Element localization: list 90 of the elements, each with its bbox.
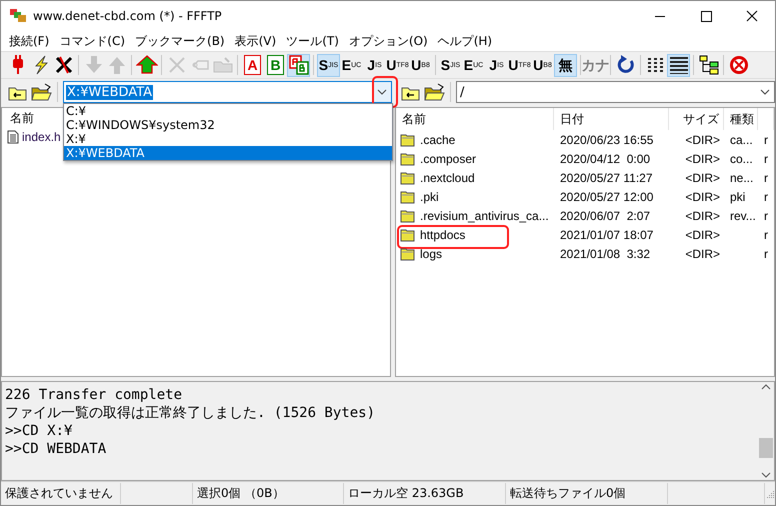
house-arrow-icon <box>136 54 158 76</box>
column-header[interactable]: サイズ <box>669 108 724 130</box>
log-line: ファイル一覧の取得は正常終了しました. (1526 Bytes) <box>5 404 376 422</box>
file-name[interactable]: index.h <box>22 130 61 144</box>
file-name[interactable]: .nextcloud <box>420 170 475 184</box>
menu-item[interactable]: ツール(T) <box>281 32 344 50</box>
table-cell-text: 2020/04/12 0:00 <box>559 152 652 166</box>
table-cell-text: 2021/01/08 3:32 <box>559 246 652 260</box>
dropdown-item[interactable]: X:¥WEBDATA <box>64 146 392 160</box>
status-text: 保護されていません <box>1 483 121 504</box>
status-text: 選択0個 （0B） <box>193 483 344 504</box>
folder-icon <box>400 190 415 204</box>
stop-icon <box>728 54 750 76</box>
menu-item[interactable]: コマンド(C) <box>54 32 130 50</box>
folder-icon <box>400 170 415 184</box>
table-cell-text: co... <box>729 152 754 166</box>
caret-icon <box>375 87 389 97</box>
table-cell-text: rev... <box>729 208 757 222</box>
log-line: 226 Transfer complete <box>5 386 184 404</box>
dropdown-item[interactable]: C:¥WINDOWS¥system32 <box>64 118 392 132</box>
menu-item[interactable]: ヘルプ(H) <box>432 32 498 50</box>
transfer-mode-button[interactable]: B <box>267 55 284 75</box>
encoding-button[interactable]: S$^{JIS}$ <box>439 54 462 76</box>
dropdown-item[interactable]: C:¥ <box>64 104 392 118</box>
scrollbar[interactable] <box>758 382 774 480</box>
caret-icon <box>758 87 772 97</box>
status-text: ローカル空 23.63GB <box>344 483 506 504</box>
tree-icon <box>698 54 720 76</box>
table-cell-text: 2020/06/23 16:55 <box>559 132 654 146</box>
table-cell-text: r <box>763 208 769 222</box>
encoding-button[interactable]: 無 <box>554 54 577 76</box>
log-line: >>CD X:¥ <box>5 422 74 440</box>
column-header[interactable]: 名前 <box>396 108 554 130</box>
table-cell-text: r <box>763 132 769 146</box>
table-cell-text: <DIR> <box>684 170 721 184</box>
file-name[interactable]: .pki <box>420 190 439 204</box>
open-folder-icon[interactable] <box>31 82 52 102</box>
table-cell-text: <DIR> <box>684 132 721 146</box>
status-text: 転送待ちファイル0個 <box>506 483 668 504</box>
scroll-thumb[interactable] <box>759 438 773 458</box>
table-cell-text: <DIR> <box>684 228 721 242</box>
table-cell-text: r <box>763 246 769 260</box>
file-name[interactable]: .cache <box>420 132 456 146</box>
table-cell-text: r <box>763 170 769 184</box>
table-cell-text: r <box>763 228 769 242</box>
window-title: www.denet-cbd.com (*) - FFFTP <box>33 9 222 23</box>
table-cell-text: r <box>763 152 769 166</box>
encoding-button[interactable]: S$^{JIS}$ <box>317 54 340 76</box>
details-view-icon <box>668 54 690 76</box>
log-line: >>CD WEBDATA <box>5 440 108 458</box>
toolbar-button[interactable] <box>667 54 690 76</box>
open-folder-icon[interactable] <box>424 82 445 102</box>
column-header[interactable]: 種類 <box>724 108 758 130</box>
menu-item[interactable]: 表示(V) <box>230 32 282 50</box>
column-header[interactable]: 日付 <box>554 108 669 130</box>
table-cell-text: r <box>763 190 769 204</box>
column-header[interactable]: 名前 <box>10 110 34 126</box>
document-icon <box>7 130 19 144</box>
table-cell-text: <DIR> <box>684 152 721 166</box>
table-cell-text: pki <box>729 190 746 204</box>
folder-icon <box>400 152 415 166</box>
letters-icon <box>288 54 310 76</box>
dropdown-item[interactable]: X:¥ <box>64 132 392 146</box>
path-combobox[interactable]: / <box>456 81 775 103</box>
folder-icon <box>400 208 415 222</box>
path-combobox[interactable]: X:¥WEBDATA <box>63 81 392 103</box>
table-cell-text: ca... <box>729 132 754 146</box>
table-cell-text: 2021/01/07 18:07 <box>559 228 654 242</box>
folder-icon <box>400 132 415 146</box>
table-cell-text: 2020/05/27 11:27 <box>559 170 654 184</box>
table-cell-text: 2020/05/27 12:00 <box>559 190 654 204</box>
app-icon <box>9 8 27 24</box>
folder-icon <box>400 228 415 242</box>
table-cell-text: 2020/06/07 2:07 <box>559 208 652 222</box>
file-name[interactable]: .revisium_antivirus_ca... <box>420 208 549 222</box>
file-name[interactable]: .composer <box>420 152 476 166</box>
table-cell-text: <DIR> <box>684 246 721 260</box>
table-cell-text: <DIR> <box>684 208 721 222</box>
file-name[interactable]: logs <box>420 246 442 260</box>
scroll-down-icon[interactable] <box>759 470 773 480</box>
folder-icon <box>400 246 415 260</box>
menu-item[interactable]: ブックマーク(B) <box>130 32 230 50</box>
toolbar-button[interactable] <box>697 54 720 76</box>
menu-item[interactable]: オプション(O) <box>344 32 433 50</box>
transfer-mode-button[interactable]: A <box>244 55 261 75</box>
scroll-up-icon[interactable] <box>759 382 773 392</box>
table-cell-text: ne... <box>729 170 754 184</box>
table-cell-text: <DIR> <box>684 190 721 204</box>
menu-item[interactable]: 接続(F) <box>4 32 54 50</box>
file-name[interactable]: httpdocs <box>420 228 466 242</box>
